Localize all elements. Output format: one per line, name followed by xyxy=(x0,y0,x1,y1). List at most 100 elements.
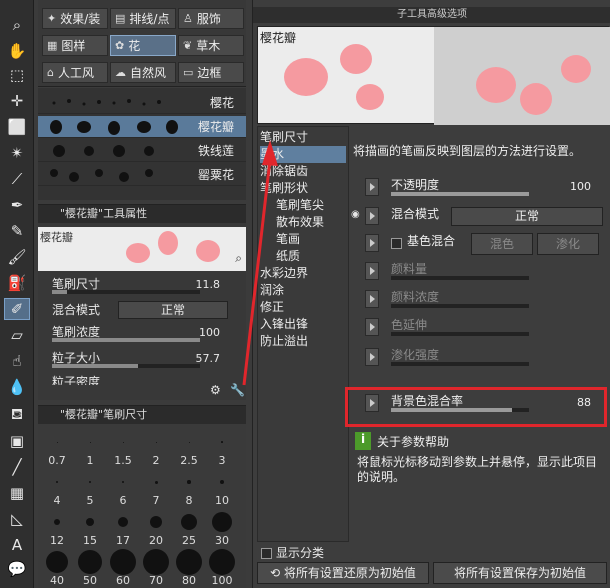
group-artificial-button[interactable]: ⌂ 人工风 xyxy=(42,62,108,83)
brush-size-option[interactable]: 70 xyxy=(141,549,171,587)
particle-size-slider[interactable] xyxy=(52,364,200,368)
prop-particle-size[interactable]: 粒子大小 57.7 xyxy=(52,349,242,371)
category-item[interactable]: 防止溢出 xyxy=(260,333,308,350)
setting-paint-density[interactable]: 颜料浓度 xyxy=(351,286,605,313)
brush-size-option[interactable]: 25 xyxy=(174,510,204,547)
group-clothes-button[interactable]: ♙ 服饰 xyxy=(178,8,244,29)
group-nature-button[interactable]: ☁ 自然风 xyxy=(110,62,176,83)
gradient-icon[interactable]: ▣ xyxy=(4,430,30,452)
expand-icon[interactable] xyxy=(365,348,379,366)
group-effects-button[interactable]: ✦ 效果/装 xyxy=(42,8,108,29)
blur-button[interactable]: 渗化 xyxy=(537,233,599,255)
setting-opacity[interactable]: 不透明度 100 xyxy=(351,174,605,201)
frame-border-icon[interactable]: ▦ xyxy=(4,482,30,504)
ruler-icon[interactable]: ◺ xyxy=(4,508,30,530)
brush-size-option[interactable]: 0.7 xyxy=(42,430,72,467)
paint-density-slider[interactable] xyxy=(391,304,529,308)
text-icon[interactable]: A xyxy=(4,534,30,556)
group-hatch-button[interactable]: ▤ 排线/点 xyxy=(110,8,176,29)
category-item[interactable]: 入锋出锋 xyxy=(260,316,308,333)
eraser-icon[interactable]: ▱ xyxy=(4,324,30,346)
auto-select-icon[interactable]: ✴ xyxy=(4,142,30,164)
airbrush-icon[interactable]: ⛽ xyxy=(4,272,30,294)
brush-size-option[interactable]: 1 xyxy=(75,430,105,467)
category-item[interactable]: 散布效果 xyxy=(276,214,324,231)
brush-size-option[interactable]: 17 xyxy=(108,510,138,547)
category-item[interactable]: 笔刷笔尖 xyxy=(276,197,324,214)
setting-blend-mode[interactable]: ◉ 混合模式 正常 xyxy=(351,203,605,230)
fill-icon[interactable]: 💧 xyxy=(4,376,30,398)
save-all-button[interactable]: 将所有设置保存为初始值 xyxy=(433,562,607,584)
brush-item-poppy[interactable]: 罂粟花 xyxy=(38,164,246,186)
decoration-icon[interactable]: ✐ xyxy=(4,298,30,320)
brush-size-option[interactable]: 20 xyxy=(141,510,171,547)
blur-strength-slider[interactable] xyxy=(391,362,529,366)
color-stretch-slider[interactable] xyxy=(391,332,529,336)
magnifier-icon[interactable]: ⌕ xyxy=(235,251,242,266)
pen-icon[interactable]: ✒ xyxy=(4,194,30,216)
brush-size-option[interactable]: 8 xyxy=(174,470,204,507)
category-item[interactable]: 消除锯齿 xyxy=(260,163,308,180)
settings-icon[interactable]: ⚙ xyxy=(210,383,221,397)
brush-item-clematis[interactable]: 铁线莲 xyxy=(38,140,246,162)
brush-size-option[interactable]: 30 xyxy=(207,510,237,547)
eye-icon[interactable]: ◉ xyxy=(351,209,361,220)
setting-base-blend[interactable]: 基色混合 混色 渗化 xyxy=(351,230,605,257)
brush-size-option[interactable]: 2.5 xyxy=(174,430,204,467)
group-flower-button[interactable]: ✿ 花 xyxy=(110,35,176,56)
brush-size-option[interactable]: 2 xyxy=(141,430,171,467)
category-item[interactable]: 笔刷尺寸 xyxy=(260,129,308,146)
bucket-icon[interactable]: ⛾ xyxy=(4,404,30,426)
prop-brush-size[interactable]: 笔刷尺寸 11.8 xyxy=(52,275,242,297)
selection-icon[interactable]: ⬜ xyxy=(4,116,30,138)
setting-color-stretch[interactable]: 色延伸 xyxy=(351,314,605,341)
brush-size-option[interactable]: 40 xyxy=(42,550,72,587)
line-icon[interactable]: ╱ xyxy=(4,456,30,478)
brush-size-option[interactable]: 60 xyxy=(108,549,138,587)
expand-icon[interactable] xyxy=(365,207,379,225)
expand-icon[interactable] xyxy=(365,318,379,336)
expand-icon[interactable] xyxy=(365,234,379,252)
brush-icon[interactable]: 🖌 xyxy=(4,246,30,268)
brush-size-option[interactable]: 5 xyxy=(75,470,105,507)
show-category-checkbox[interactable]: 显示分类 xyxy=(261,544,324,561)
opacity-slider[interactable] xyxy=(391,192,529,196)
category-item[interactable]: 笔刷形状 xyxy=(260,180,308,197)
category-item[interactable]: 墨水 xyxy=(260,146,346,163)
object-select-icon[interactable]: ⬚ xyxy=(4,64,30,86)
hand-icon[interactable]: ✋ xyxy=(4,40,30,62)
setting-paint-amount[interactable]: 颜料量 xyxy=(351,258,605,285)
brush-size-option[interactable]: 3 xyxy=(207,430,237,467)
brush-size-option[interactable]: 6 xyxy=(108,470,138,507)
brush-size-slider[interactable] xyxy=(52,290,200,294)
blend-icon[interactable]: ☝ xyxy=(4,350,30,372)
expand-icon[interactable] xyxy=(365,262,379,280)
zoom-icon[interactable]: ⌕ xyxy=(4,14,30,36)
move-icon[interactable]: ✛ xyxy=(4,90,30,112)
brush-size-option[interactable]: 1.5 xyxy=(108,430,138,467)
category-item[interactable]: 润涂 xyxy=(260,282,284,299)
brush-size-option[interactable]: 10 xyxy=(207,470,237,507)
group-pattern-button[interactable]: ▦ 图样 xyxy=(42,35,108,56)
mix-color-button[interactable]: 混色 xyxy=(471,233,533,255)
category-item[interactable]: 纸质 xyxy=(276,248,300,265)
prop-blend-mode[interactable]: 混合模式 正常 xyxy=(52,301,242,323)
brush-size-option[interactable]: 4 xyxy=(42,470,72,507)
balloon-icon[interactable]: 💬 xyxy=(4,558,30,580)
brush-size-option[interactable]: 7 xyxy=(141,470,171,507)
base-blend-checkbox[interactable] xyxy=(391,236,402,250)
wrench-icon[interactable]: 🔧 xyxy=(230,383,245,397)
prop-brush-density[interactable]: 笔刷浓度 100 xyxy=(52,323,242,345)
category-item[interactable]: 水彩边界 xyxy=(260,265,308,282)
expand-icon[interactable] xyxy=(365,178,379,196)
brush-size-option[interactable]: 100 xyxy=(207,549,237,587)
brush-density-slider[interactable] xyxy=(52,338,200,342)
brush-size-option[interactable]: 80 xyxy=(174,549,204,587)
eyedropper-icon[interactable]: ⟋ xyxy=(4,168,30,190)
setting-blur-strength[interactable]: 渗化强度 xyxy=(351,344,605,371)
reset-all-button[interactable]: ⟲ 将所有设置还原为初始值 xyxy=(257,562,429,584)
category-item[interactable]: 修正 xyxy=(260,299,284,316)
group-plants-button[interactable]: ❦ 草木 xyxy=(178,35,244,56)
brush-size-option[interactable]: 15 xyxy=(75,510,105,547)
blend-mode-select[interactable]: 正常 xyxy=(118,301,228,319)
